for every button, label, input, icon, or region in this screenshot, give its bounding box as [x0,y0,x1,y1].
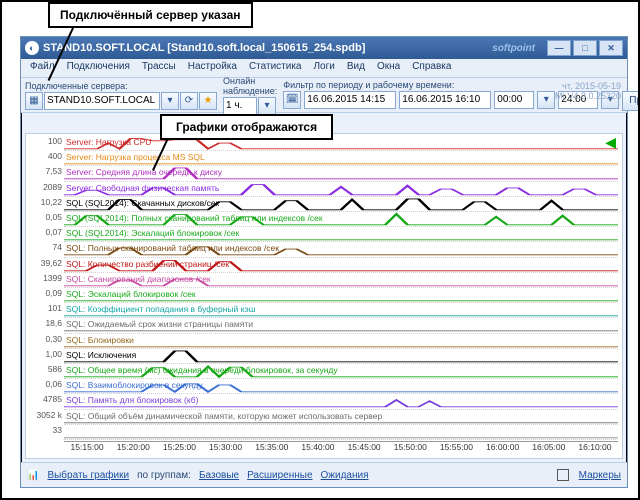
chart-row: SQL: Эскалаций блокировок /сек [64,288,618,303]
markers-link[interactable]: Маркеры [579,470,621,481]
chart-row: SQL (SQL2014): Скачанных дисков/сек [64,197,618,212]
playhead-marker-icon[interactable]: ◀ [605,134,616,151]
markers-checkbox[interactable] [557,469,569,481]
chart-row: SQL: Ожидаемый срок жизни страницы памят… [64,318,618,333]
version-info: чт, 2015-05-19 MI V4.3.0.25320 [555,81,621,101]
app-icon: ◐ [25,41,39,55]
maximize-button[interactable]: □ [573,40,597,56]
series-label: SQL: Количество разбиений страниц /сек [66,259,229,269]
app-window: ◐ STAND10.SOFT.LOCAL [Stand10.soft.local… [20,36,628,488]
series-label: SQL: Исключения [66,350,136,360]
menu-help[interactable]: Справка [407,59,456,77]
chart-row: SQL: Память для блокировок (кб) [64,394,618,409]
group-base-link[interactable]: Базовые [199,470,239,481]
group-wait-link[interactable]: Ожидания [321,470,369,481]
connected-servers-label: Подключенные сервера: [25,81,217,91]
chart-row [64,425,618,440]
chart-row: SQL: Блокировки [64,334,618,349]
x-axis: 15:15:0015:20:0015:25:00 15:30:0015:35:0… [64,441,618,458]
choose-charts-icon: 📊 [27,470,39,481]
titlebar: ◐ STAND10.SOFT.LOCAL [Stand10.soft.local… [21,37,627,59]
annotation-charts-shown: Графики отображаются [160,114,333,140]
footer: 📊 Выбрать графики по группам: Базовые Ра… [21,462,627,487]
server-refresh-button[interactable]: ⟳ [180,92,198,110]
chart-row: SQL: Общее время (мс) ожидания в очереди… [64,364,618,379]
menu-settings[interactable]: Настройка [183,59,242,77]
time-from-dropdown[interactable]: ▾ [537,91,555,109]
series-label: Server: Средняя длина очереди к диску [66,167,222,177]
series-label: SQL (SQL2014): Эскалаций блокировок /сек [66,228,239,238]
series-label: SQL: Взаимоблокировок в секунду [66,380,203,390]
chart-area: ◀ 1004007,532089 10,220,050,0774 39,6213… [25,133,623,459]
menu-windows[interactable]: Окна [372,59,405,77]
choose-charts-link[interactable]: Выбрать графики [47,470,129,481]
filter-calendar-button[interactable]: 🗓 [283,91,301,109]
online-watch-label: Онлайн наблюдение: [223,76,277,96]
series-label: SQL: Сканирований диапазонов /сек [66,274,211,284]
server-favorite-button[interactable]: ★ [199,92,217,110]
chart-row: Server: Средняя длина очереди к диску [64,166,618,181]
chart-row: SQL: Исключения [64,349,618,364]
series-label: Server: Нагрузка процесса MS SQL [66,152,205,162]
menu-logs[interactable]: Логи [308,59,339,77]
series-label: SQL (SQL2014): Скачанных дисков/сек [66,198,219,208]
apply-button[interactable]: Применить [622,91,640,111]
minimize-button[interactable]: — [547,40,571,56]
filter-to[interactable]: 16.06.2015 16:10 [399,91,491,109]
chart-row: SQL (SQL2014): Полных сканирований табли… [64,212,618,227]
online-period-combo[interactable]: 1 ч. [223,97,257,115]
series-label: SQL: Коэффициент попадания в буферный кэ… [66,304,256,314]
server-combo[interactable]: STAND10.SOFT.LOCAL [44,92,160,110]
brand-label: softpoint [492,43,535,54]
menu-traces[interactable]: Трассы [137,59,181,77]
menu-statistics[interactable]: Статистика [244,59,307,77]
groups-label: по группам: [137,470,191,481]
chart-row: SQL: Полных сканирований таблиц или инде… [64,242,618,257]
series-label: SQL: Эскалаций блокировок /сек [66,289,196,299]
chart-row: SQL: Коэффициент попадания в буферный кэ… [64,303,618,318]
chart-row: Server: Свободная физическая память [64,182,618,197]
series-label: SQL: Ожидаемый срок жизни страницы памят… [66,319,253,329]
annotation-connected-server: Подключённый сервер указан [48,2,253,28]
time-from[interactable]: 00:00 [494,91,534,109]
chart-row: SQL: Сканирований диапазонов /сек [64,273,618,288]
window-title: STAND10.SOFT.LOCAL [Stand10.soft.local_1… [43,42,365,54]
chart-row: SQL: Общий объём динамической памяти, ко… [64,410,618,425]
menu-connections[interactable]: Подключения [62,59,135,77]
series-label: SQL: Общий объём динамической памяти, ко… [66,411,382,421]
series-label: SQL (SQL2014): Полных сканирований табли… [66,213,323,223]
series-label: SQL: Полных сканирований таблиц или инде… [66,243,279,253]
chart-rows: Server: Нагрузка CPU Server: Нагрузка про… [64,136,618,440]
series-label: Server: Свободная физическая память [66,183,219,193]
y-axis-values: 1004007,532089 10,220,050,0774 39,621399… [26,136,64,440]
menubar: Файл Подключения Трассы Настройка Статис… [21,59,627,78]
series-label: Server: Нагрузка CPU [66,137,151,147]
chart-row: SQL: Количество разбиений страниц /сек [64,258,618,273]
group-ext-link[interactable]: Расширенные [247,470,312,481]
filter-from[interactable]: 16.06.2015 14:15 [304,91,396,109]
series-label: SQL: Память для блокировок (кб) [66,395,198,405]
series-label: SQL: Общее время (мс) ожидания в очереди… [66,365,338,375]
chart-row: Server: Нагрузка процесса MS SQL [64,151,618,166]
chart-row: SQL: Взаимоблокировок в секунду [64,379,618,394]
series-label: SQL: Блокировки [66,335,134,345]
chart-row: Server: Нагрузка CPU [64,136,618,151]
server-dropdown-button[interactable]: ▾ [161,92,179,110]
servers-browse-button[interactable]: ▦ [25,92,43,110]
online-period-dropdown-button[interactable]: ▾ [258,97,276,115]
toolbar: Подключенные сервера: ▦ STAND10.SOFT.LOC… [21,78,627,113]
menu-view[interactable]: Вид [342,59,370,77]
chart-row: SQL (SQL2014): Эскалаций блокировок /сек [64,227,618,242]
close-button[interactable]: ✕ [599,40,623,56]
